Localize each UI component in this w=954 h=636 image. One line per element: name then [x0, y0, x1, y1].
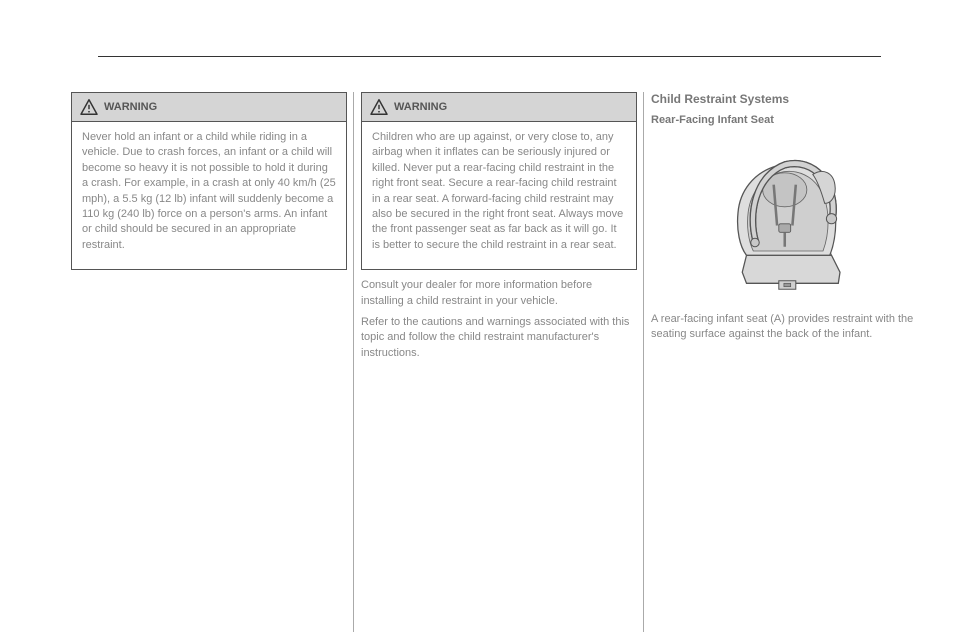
warning-label-1: WARNING [104, 101, 157, 113]
column-3: Child Restraint Systems Rear-Facing Infa… [644, 92, 934, 367]
warning-triangle-icon [80, 99, 98, 115]
page-columns: WARNING Never hold an infant or a child … [64, 92, 934, 367]
warning-header-1: WARNING [72, 93, 346, 122]
col2-p1: Consult your dealer for more information… [361, 278, 637, 309]
warning-body-2: Children who are up against, or very clo… [362, 122, 636, 269]
col2-p2: Refer to the cautions and warnings assoc… [361, 315, 637, 361]
warning1-p1: Never hold an infant or a child while ri… [82, 130, 336, 253]
section-subheading: Rear-Facing Infant Seat [651, 114, 927, 126]
col3-body-p1: A rear-facing infant seat (A) provides r… [651, 312, 927, 343]
column3-content: Child Restraint Systems Rear-Facing Infa… [651, 92, 927, 343]
warning-header-2: WARNING [362, 93, 636, 122]
column-2: WARNING Children who are up against, or … [354, 92, 644, 367]
warning-box-1: WARNING Never hold an infant or a child … [71, 92, 347, 270]
warning-label-2: WARNING [394, 101, 447, 113]
section-heading: Child Restraint Systems [651, 92, 927, 106]
horizontal-rule [98, 56, 881, 57]
car-seat-illustration [704, 132, 874, 302]
column2-body: Consult your dealer for more information… [361, 278, 637, 361]
warning-box-2: WARNING Children who are up against, or … [361, 92, 637, 270]
column-1: WARNING Never hold an infant or a child … [64, 92, 354, 367]
column3-body: A rear-facing infant seat (A) provides r… [651, 312, 927, 343]
warning2-p1: Children who are up against, or very clo… [372, 130, 626, 253]
warning-body-1: Never hold an infant or a child while ri… [72, 122, 346, 269]
warning-triangle-icon [370, 99, 388, 115]
